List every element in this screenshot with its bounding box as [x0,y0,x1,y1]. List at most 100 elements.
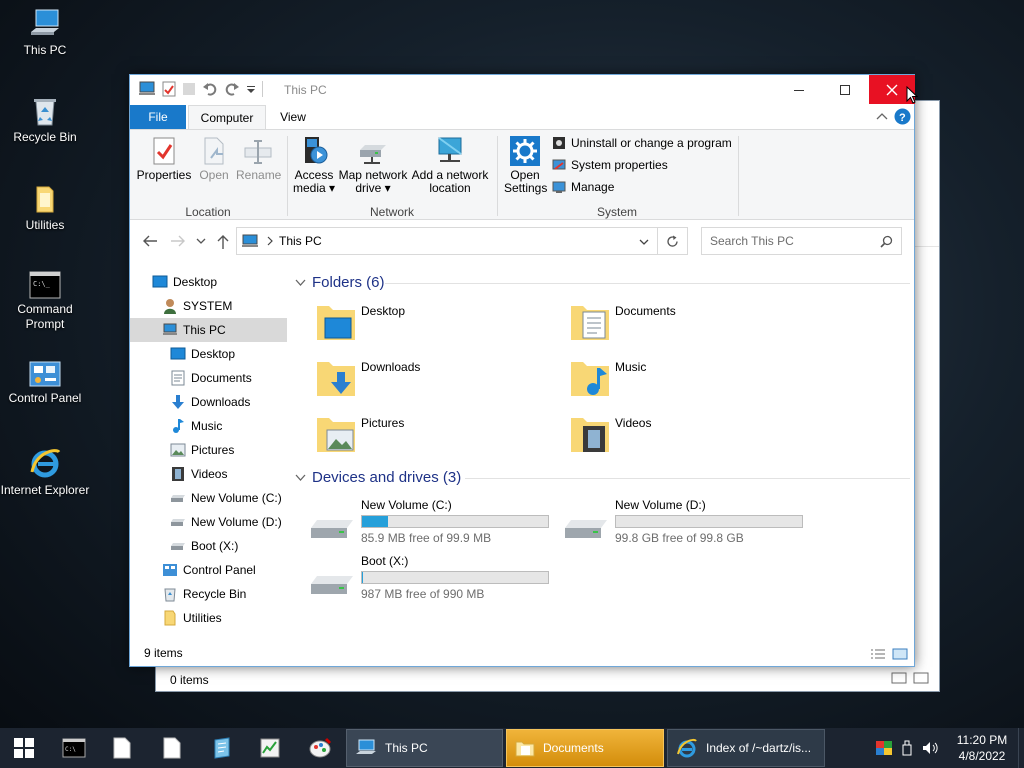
control-panel-icon [29,361,61,387]
drive-name: New Volume (C:) [361,498,452,512]
nav-item-desktop[interactable]: Desktop [130,342,287,366]
recent-locations-chevron-icon[interactable] [196,237,206,245]
nav-item-videos[interactable]: Videos [130,462,287,486]
large-icons-view-icon[interactable] [892,648,908,660]
map-network-drive-icon [360,145,386,164]
group-label-location: Location [185,205,231,219]
folder-tile-pictures[interactable]: Pictures [315,412,404,456]
properties-button[interactable]: Properties [136,136,192,182]
taskbar-pin-blank-document[interactable] [98,728,146,768]
folder-tile-downloads[interactable]: Downloads [315,356,420,400]
desktop-icon-utilities[interactable]: Utilities [0,183,90,233]
drives-section-header[interactable]: Devices and drives (3) [295,469,461,486]
drives-section-title: Devices and drives (3) [312,469,462,486]
rename-button[interactable]: Rename [236,136,281,182]
taskbar-task-this-pc[interactable]: This PC [346,729,503,767]
map-network-drive-button[interactable]: Map network drive ▾ [338,136,408,195]
search-box[interactable]: Search This PC [701,227,902,255]
tab-file[interactable]: File [130,105,186,129]
up-arrow-icon[interactable] [216,234,230,250]
open-settings-button[interactable]: Open Settings [504,136,547,195]
nav-item-system[interactable]: SYSTEM [130,294,287,318]
new-folder-icon[interactable] [182,81,196,97]
system-properties-button[interactable]: System properties [552,158,668,172]
nav-item-pictures[interactable]: Pictures [130,438,287,462]
nav-item-recycle-bin[interactable]: Recycle Bin [130,582,287,606]
nav-item-desktop-root[interactable]: Desktop [130,270,287,294]
nav-item-downloads[interactable]: Downloads [130,390,287,414]
start-button[interactable] [0,728,48,768]
nav-item-drive-c[interactable]: New Volume (C:) [130,486,287,510]
taskbar-pin-paint[interactable] [296,728,344,768]
desktop-icon-command-prompt[interactable]: C:\_ Command Prompt [0,271,90,332]
access-media-button[interactable]: Access media ▾ [292,136,336,195]
minimize-button[interactable] [776,75,822,104]
music-folder-icon [571,362,609,396]
usb-device-icon[interactable] [902,740,912,756]
nav-item-documents[interactable]: Documents [130,366,287,390]
drive-tile-x[interactable]: Boot (X:) 987 MB free of 990 MB [309,554,559,602]
folder-tile-videos[interactable]: Videos [569,412,651,456]
breadcrumb-this-pc[interactable]: This PC [279,234,322,248]
undo-icon[interactable] [202,81,218,97]
nav-item-this-pc[interactable]: This PC [130,318,287,342]
search-icon[interactable] [880,235,893,248]
add-network-location-button[interactable]: Add a network location [410,136,490,195]
help-icon[interactable]: ? [894,108,911,125]
clock[interactable]: 11:20 PM 4/8/2022 [946,732,1018,764]
manage-button[interactable]: Manage [552,180,614,194]
nav-item-control-panel[interactable]: Control Panel [130,558,287,582]
taskbar-task-internet-explorer[interactable]: Index of /~dartz/is... [667,729,825,767]
drive-tile-d[interactable]: New Volume (D:) 99.8 GB free of 99.8 GB [563,498,813,546]
taskbar-pin-task-manager[interactable] [246,728,294,768]
uninstall-label: Uninstall or change a program [571,136,732,150]
taskbar-task-documents[interactable]: Documents [506,729,664,767]
taskbar-pin-notepad[interactable] [198,728,246,768]
desktop-icon-control-panel[interactable]: Control Panel [0,360,90,406]
forward-arrow-icon[interactable] [170,234,186,248]
folder-name: Desktop [361,304,406,318]
desktop-icon-this-pc[interactable]: This PC [0,8,90,58]
nav-item-utilities[interactable]: Utilities [130,606,287,630]
breadcrumb-chevron-icon[interactable] [267,236,273,246]
nav-item-drive-x[interactable]: Boot (X:) [130,534,287,558]
rename-icon [244,140,272,164]
details-view-icon[interactable] [870,648,886,660]
customize-toolbar-chevron-icon[interactable] [246,81,256,97]
minimize-ribbon-chevron-icon[interactable] [876,112,888,122]
nav-item-drive-d[interactable]: New Volume (D:) [130,510,287,534]
folders-section-header[interactable]: Folders (6) [295,274,385,291]
folder-icon [515,741,535,757]
folder-tile-documents[interactable]: Documents [569,300,676,344]
explorer-window[interactable]: This PC File Computer View ? Properties … [129,74,915,667]
background-view-icons[interactable] [891,672,931,687]
redo-icon[interactable] [224,81,240,97]
properties-icon[interactable] [162,81,176,97]
refresh-button[interactable] [658,227,688,255]
nav-item-music[interactable]: Music [130,414,287,438]
search-input[interactable]: Search This PC [710,234,794,248]
open-button[interactable]: Open [194,136,234,182]
computer-icon [139,81,155,95]
color-display-icon[interactable] [876,741,892,755]
nav-item-label: New Volume (C:) [191,491,282,505]
uninstall-button[interactable]: Uninstall or change a program [552,136,732,150]
desktop-icon-internet-explorer[interactable]: Internet Explorer [0,446,90,498]
address-dropdown-chevron-icon[interactable] [639,238,649,246]
drive-tile-c[interactable]: New Volume (C:) 85.9 MB free of 99.9 MB [309,498,559,546]
title-bar[interactable]: This PC [130,75,915,105]
address-bar[interactable]: This PC [236,227,658,255]
back-arrow-icon[interactable] [142,234,158,248]
desktop-icon-recycle-bin[interactable]: Recycle Bin [0,95,90,145]
tab-computer[interactable]: Computer [188,105,266,129]
nav-item-label: Videos [191,467,228,481]
group-label-system: System [596,205,637,219]
tab-view[interactable]: View [268,105,318,129]
taskbar-pin-blank-document-2[interactable] [148,728,196,768]
speaker-volume-icon[interactable] [922,741,940,755]
show-desktop-button[interactable] [1018,728,1024,768]
maximize-button[interactable] [822,75,868,104]
folder-tile-desktop[interactable]: Desktop [315,300,405,344]
folder-tile-music[interactable]: Music [569,356,646,400]
taskbar-pin-command-prompt[interactable]: C:\ [50,728,98,768]
